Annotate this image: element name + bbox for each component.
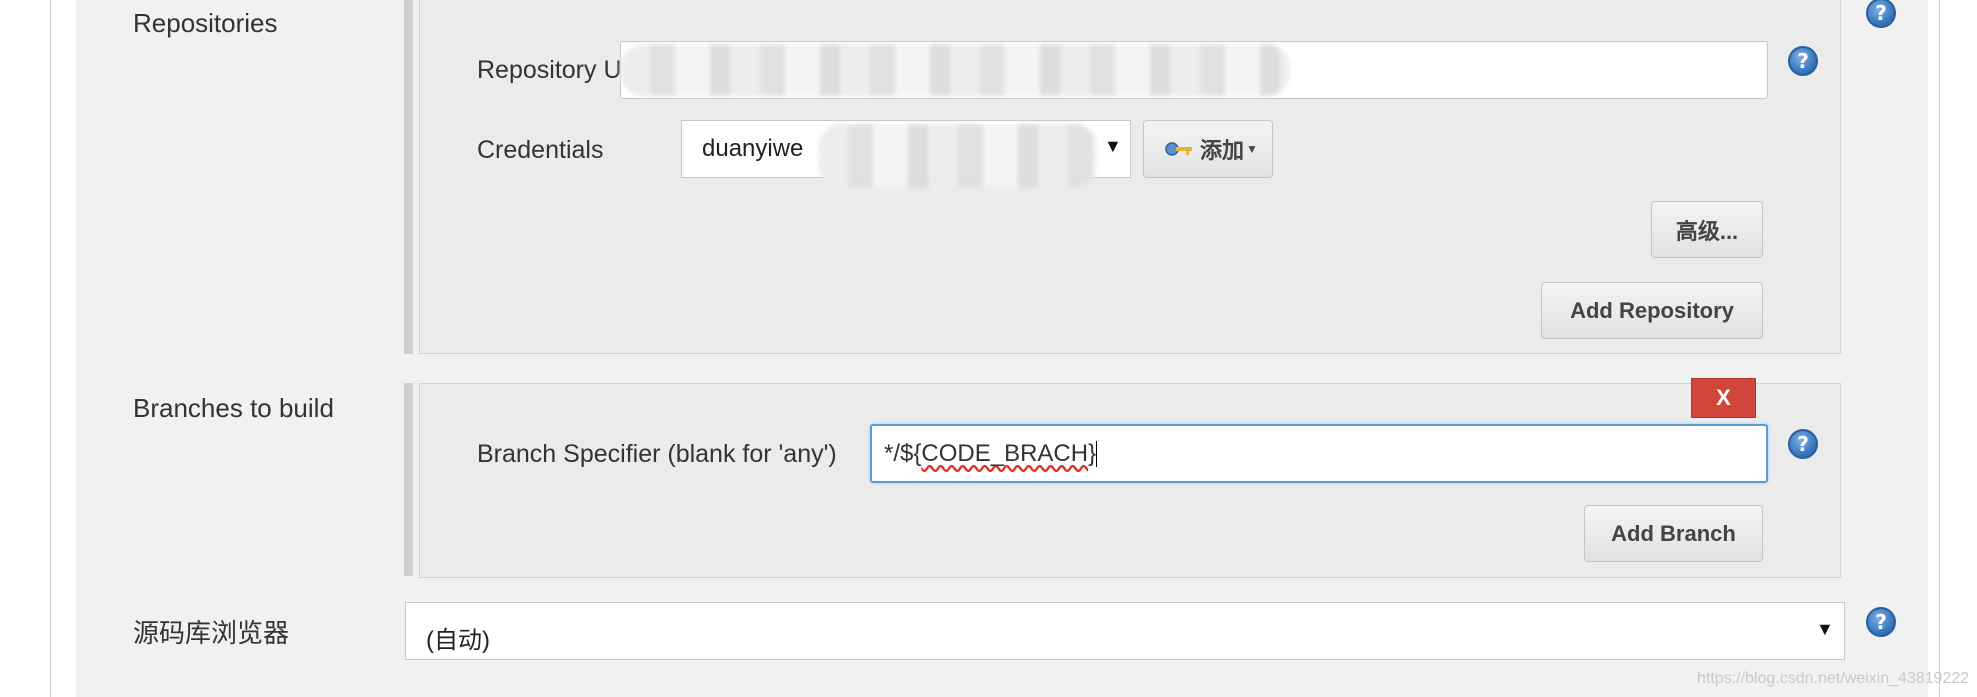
add-repository-button[interactable]: Add Repository [1541, 282, 1763, 339]
branch-specifier-label: Branch Specifier (blank for 'any') [477, 440, 837, 468]
source-browser-label: 源码库浏览器 [133, 618, 290, 648]
source-browser-value: (自动) [426, 626, 490, 654]
delete-branch-button[interactable]: X [1691, 378, 1756, 418]
repositories-label: Repositories [133, 8, 278, 38]
chevron-down-icon: ▼ [1104, 136, 1122, 156]
repositories-panel-bar [404, 0, 413, 354]
text-cursor [1096, 440, 1098, 467]
branch-value-variable: CODE_BRACH [921, 439, 1089, 467]
advanced-button[interactable]: 高级... [1651, 201, 1763, 258]
redacted-url-blur [620, 44, 1290, 96]
branches-label: Branches to build [133, 393, 334, 423]
branch-specifier-input[interactable]: */${CODE_BRACH} [870, 424, 1768, 483]
repository-url-label: Repository U [477, 56, 622, 84]
watermark-text: https://blog.csdn.net/weixin_43819222 [1697, 670, 1970, 687]
credentials-value: duanyiwe [702, 135, 804, 162]
source-browser-select[interactable]: (自动) [405, 602, 1845, 660]
branches-panel-bar [404, 383, 413, 576]
help-icon[interactable]: ? [1788, 46, 1818, 76]
redacted-credentials-blur [818, 124, 1098, 188]
add-credentials-button[interactable]: 添加 ▼ [1143, 120, 1273, 178]
branch-value-suffix: } [1088, 439, 1097, 467]
help-icon[interactable]: ? [1866, 607, 1896, 637]
help-icon[interactable]: ? [1788, 429, 1818, 459]
add-credentials-label: 添加 [1200, 138, 1245, 163]
add-branch-button[interactable]: Add Branch [1584, 505, 1763, 562]
chevron-down-icon: ▼ [1816, 619, 1834, 639]
key-icon [1165, 142, 1192, 156]
chevron-down-icon: ▼ [1246, 142, 1258, 156]
branch-value-prefix: */${ [884, 439, 922, 467]
credentials-label: Credentials [477, 136, 604, 164]
